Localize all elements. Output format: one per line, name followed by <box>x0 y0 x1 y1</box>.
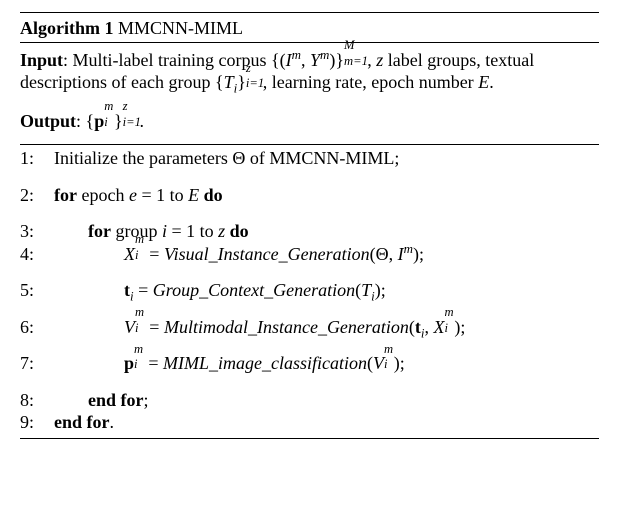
theta: Θ <box>232 148 245 168</box>
input-text-a: : Multi-label training corpus <box>63 50 271 70</box>
step-7: 7: pmim = MIML_image_classification(Vmim… <box>20 352 599 375</box>
algorithm-label: Algorithm 1 <box>20 18 114 38</box>
corpus-set: {(Im, Ym)}Mm=1m=1 <box>271 50 367 70</box>
input-label: Input <box>20 50 63 70</box>
step-num: 6: <box>20 316 54 339</box>
step-num: 9: <box>20 411 54 434</box>
output-section: Output: {pmim}zi=1i=1. <box>20 100 599 145</box>
step-num: 1: <box>20 147 54 170</box>
input-section: Input: Multi-label training corpus {(Im,… <box>20 43 599 100</box>
step-6: 6: Vmim = Multimodal_Instance_Generation… <box>20 316 599 339</box>
output-label: Output <box>20 111 76 131</box>
step-3: 3: for group i = 1 to z do <box>20 220 599 243</box>
step-1: 1: Initialize the parameters Θ of MMCNN-… <box>20 147 599 170</box>
step-num: 3: <box>20 220 54 243</box>
step-8: 8: end for; <box>20 389 599 412</box>
step-4: 4: Xmim = Visual_Instance_Generation(Θ, … <box>20 243 599 266</box>
step-2: 2: for epoch e = 1 to E do <box>20 184 599 207</box>
step-num: 2: <box>20 184 54 207</box>
step-num: 4: <box>20 243 54 266</box>
rule-top <box>20 12 599 13</box>
step-9: 9: end for. <box>20 411 599 434</box>
algorithm-steps: 1: Initialize the parameters Θ of MMCNN-… <box>20 145 599 434</box>
E-var: E <box>478 72 489 92</box>
step-num: 7: <box>20 352 54 375</box>
group-texts: {Ti}zi=1i=1 <box>215 72 263 92</box>
step-5: 5: ti = Group_Context_Generation(Ti); <box>20 279 599 302</box>
rule-bottom <box>20 438 599 439</box>
algorithm-name: MMCNN-MIML <box>118 18 243 38</box>
algorithm-title-line: Algorithm 1 MMCNN-MIML <box>20 15 599 42</box>
step-num: 8: <box>20 389 54 412</box>
step-num: 5: <box>20 279 54 302</box>
output-expr: {pmim}zi=1i=1 <box>86 111 140 131</box>
input-text-c: , learning rate, epoch number <box>263 72 478 92</box>
